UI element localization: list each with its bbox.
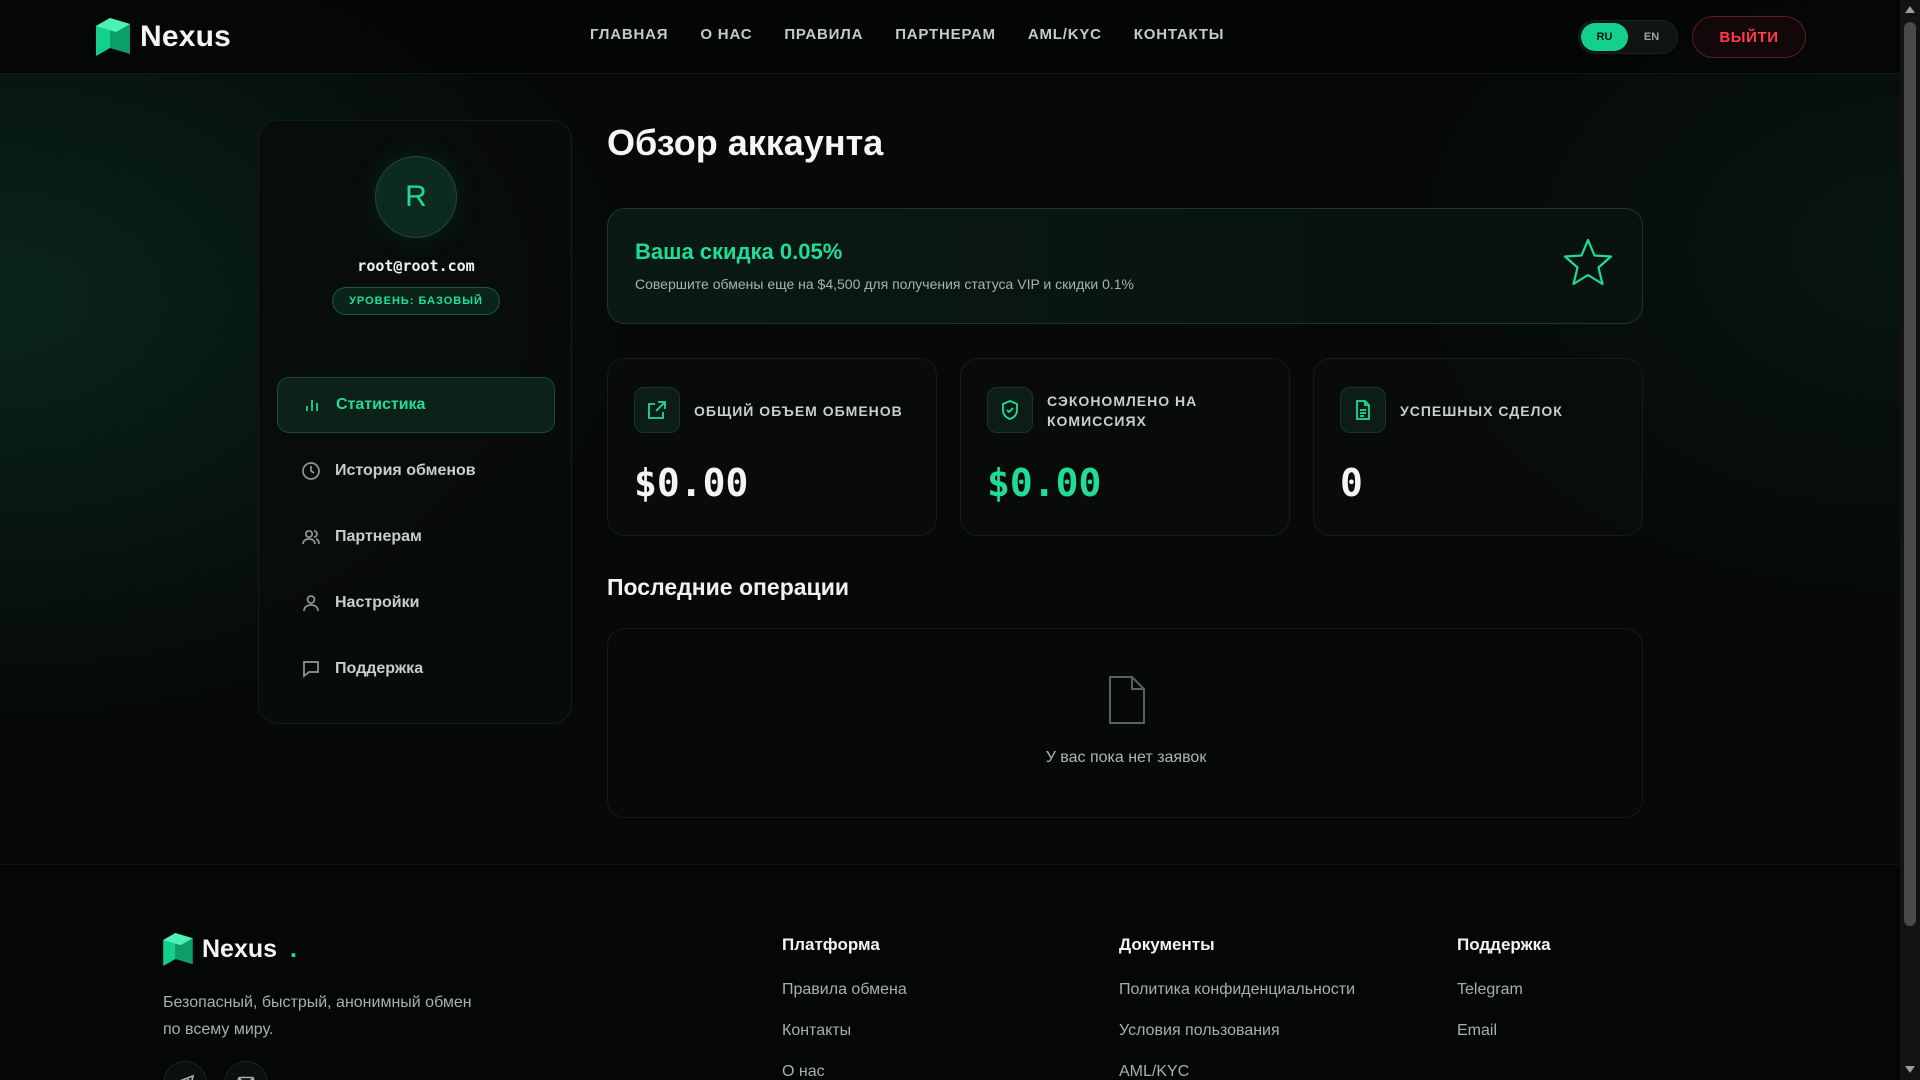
footer-link-privacy[interactable]: Политика конфиденциальности — [1119, 979, 1355, 1001]
stat-label: УСПЕШНЫХ СДЕЛОК — [1400, 403, 1563, 419]
level-badge: УРОВЕНЬ: БАЗОВЫЙ — [332, 287, 500, 315]
footer-link-telegram[interactable]: Telegram — [1457, 979, 1551, 1001]
footer-column-title: Платформа — [782, 935, 880, 954]
shield-check-icon — [1002, 400, 1018, 420]
footer-link-terms[interactable]: Условия пользования — [1119, 1020, 1355, 1042]
sidebar-item-label: Статистика — [336, 396, 426, 413]
footer-logo[interactable]: Nexus. — [163, 933, 297, 966]
avatar: R — [375, 156, 457, 238]
users-icon — [302, 529, 320, 545]
stat-label: СЭКОНОМЛЕНО НА КОМИССИЯХ — [1047, 393, 1198, 429]
page-title: Обзор аккаунта — [607, 122, 884, 163]
header: Nexus ГЛАВНАЯ О НАС ПРАВИЛА ПАРТНЕРАМ AM… — [0, 0, 1900, 74]
nexus-logo-icon — [163, 933, 193, 966]
scroll-down-arrow[interactable] — [1905, 1066, 1915, 1073]
nav-contacts[interactable]: КОНТАКТЫ — [1134, 26, 1224, 43]
nexus-logo-icon — [96, 18, 130, 56]
document-icon — [1356, 400, 1370, 420]
footer-link-about[interactable]: О нас — [782, 1061, 907, 1080]
footer-logo-text: Nexus — [202, 935, 278, 963]
footer-column-platform: Платформа Правила обмена Контакты О нас — [782, 935, 907, 1080]
main-nav: ГЛАВНАЯ О НАС ПРАВИЛА ПАРТНЕРАМ AML/KYC … — [590, 26, 1224, 43]
footer-link-email[interactable]: Email — [1457, 1020, 1551, 1042]
email-button[interactable] — [224, 1061, 268, 1080]
sidebar-item-label: Настройки — [335, 594, 420, 611]
footer-link-aml-kyc[interactable]: AML/KYC — [1119, 1061, 1355, 1080]
sidebar-item-history[interactable]: История обменов — [277, 443, 555, 499]
stat-label: ОБЩИЙ ОБЪЕМ ОБМЕНОВ — [694, 403, 903, 419]
clock-icon — [302, 462, 320, 480]
telegram-icon — [180, 1074, 194, 1080]
sidebar-item-statistics[interactable]: Статистика — [277, 377, 555, 433]
footer-link-contacts[interactable]: Контакты — [782, 1020, 907, 1042]
nav-rules[interactable]: ПРАВИЛА — [784, 26, 863, 43]
recent-operations-empty: У вас пока нет заявок — [607, 628, 1643, 818]
stat-card-saved: СЭКОНОМЛЕНО НА КОМИССИЯХ $0.00 — [960, 358, 1290, 536]
footer-description: Безопасный, быстрый, анонимный обмен по … — [163, 994, 472, 1038]
footer-column-support: Поддержка Telegram Email — [1457, 935, 1551, 1061]
stat-value: $0.00 — [634, 461, 749, 505]
sidebar-item-support[interactable]: Поддержка — [277, 641, 555, 697]
sidebar-item-settings[interactable]: Настройки — [277, 575, 555, 631]
user-icon — [303, 595, 319, 612]
stat-icon-box — [1340, 387, 1386, 433]
stat-value: $0.00 — [987, 461, 1102, 505]
discount-title: Ваша скидка 0.05% — [635, 239, 843, 264]
user-email: root@root.com — [357, 257, 475, 275]
sidebar-item-label: История обменов — [335, 462, 476, 479]
page: Nexus ГЛАВНАЯ О НАС ПРАВИЛА ПАРТНЕРАМ AM… — [0, 0, 1900, 1080]
footer-logo-dot: . — [290, 935, 297, 963]
language-switch: RU EN — [1578, 20, 1678, 54]
chat-icon — [303, 661, 319, 678]
telegram-button[interactable] — [163, 1061, 207, 1080]
footer-column-title: Документы — [1119, 935, 1215, 954]
stat-card-deals: УСПЕШНЫХ СДЕЛОК 0 — [1313, 358, 1643, 536]
stat-value: 0 — [1340, 461, 1363, 505]
sidebar-item-label: Партнерам — [335, 528, 422, 545]
scroll-up-arrow[interactable] — [1905, 6, 1915, 13]
footer-column-title: Поддержка — [1457, 935, 1551, 954]
scroll-thumb[interactable] — [1904, 22, 1916, 926]
nav-about[interactable]: О НАС — [700, 26, 752, 43]
recent-operations-title: Последние операции — [607, 574, 849, 600]
nav-partners[interactable]: ПАРТНЕРАМ — [895, 26, 996, 43]
external-link-icon — [648, 401, 666, 419]
lang-en-button[interactable]: EN — [1628, 23, 1675, 51]
stat-icon-box — [634, 387, 680, 433]
sidebar-menu: Статистика История обменов Партнерам Нас… — [277, 377, 555, 707]
logo-text: Nexus — [140, 20, 232, 53]
logo[interactable]: Nexus — [96, 18, 231, 56]
footer-column-documents: Документы Политика конфиденциальности Ус… — [1119, 935, 1355, 1080]
discount-banner: Ваша скидка 0.05% Совершите обмены еще н… — [607, 208, 1643, 324]
stat-icon-box — [987, 387, 1033, 433]
nav-aml-kyc[interactable]: AML/KYC — [1028, 26, 1102, 43]
discount-subtitle: Совершите обмены еще на $4,500 для получ… — [635, 276, 1134, 292]
page-scrollbar[interactable] — [1900, 0, 1920, 1080]
mail-icon — [237, 1076, 255, 1080]
sidebar-item-partners[interactable]: Партнерам — [277, 509, 555, 565]
nav-home[interactable]: ГЛАВНАЯ — [590, 26, 668, 43]
empty-state-text: У вас пока нет заявок — [1045, 749, 1207, 766]
footer-link-exchange-rules[interactable]: Правила обмена — [782, 979, 907, 1001]
stat-card-volume: ОБЩИЙ ОБЪЕМ ОБМЕНОВ $0.00 — [607, 358, 937, 536]
star-icon — [1563, 238, 1613, 286]
sidebar-item-label: Поддержка — [335, 660, 424, 677]
file-icon — [1109, 676, 1145, 724]
bar-chart-icon — [306, 400, 318, 411]
account-sidebar: R root@root.com УРОВЕНЬ: БАЗОВЫЙ Статист… — [258, 120, 572, 724]
logout-button[interactable]: ВЫЙТИ — [1692, 16, 1806, 58]
footer: Nexus. Безопасный, быстрый, анонимный об… — [0, 864, 1900, 1080]
lang-ru-button[interactable]: RU — [1581, 23, 1628, 51]
